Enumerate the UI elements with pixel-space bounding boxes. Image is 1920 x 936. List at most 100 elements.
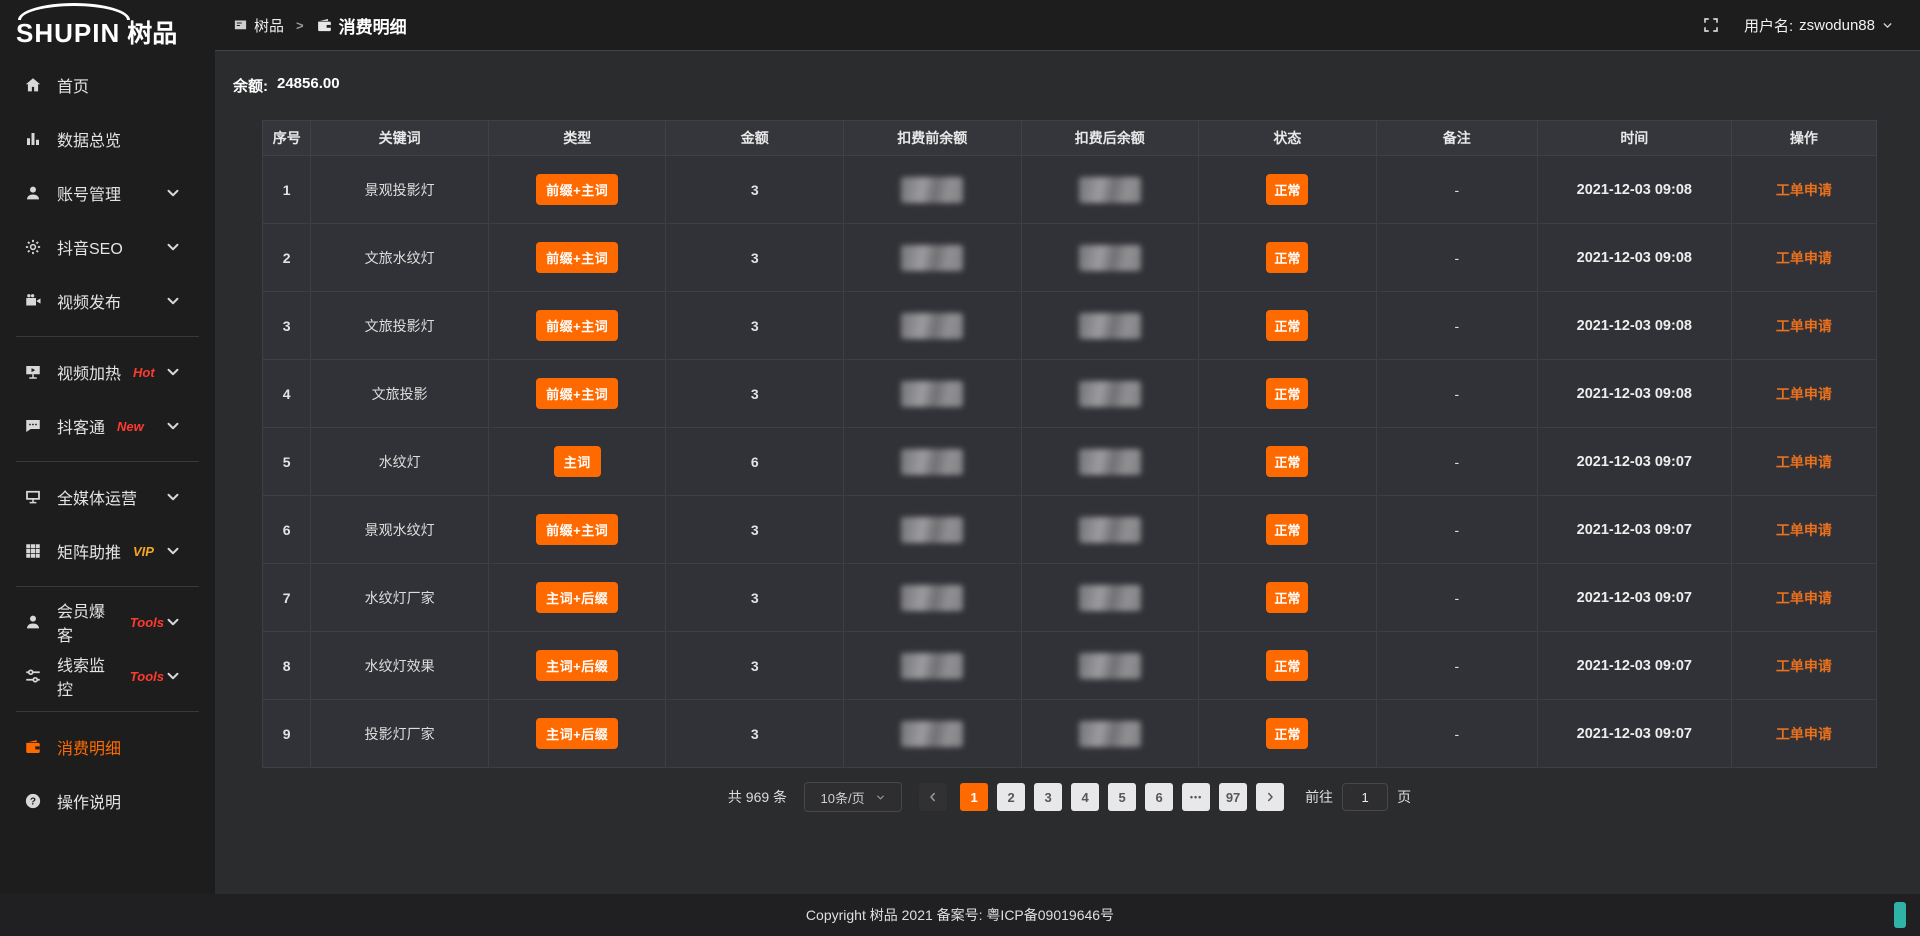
sidebar-item-label: 矩阵助推 <box>57 539 121 563</box>
cell-remark: - <box>1376 360 1537 428</box>
column-header: 时间 <box>1537 121 1731 156</box>
column-header: 扣费前余额 <box>844 121 1022 156</box>
sidebar-item-label: 视频加热 <box>57 360 121 384</box>
sidebar-item-account-management[interactable]: 账号管理 <box>0 166 215 220</box>
chevron-down-icon <box>164 292 182 310</box>
work-order-link[interactable]: 工单申请 <box>1776 318 1832 334</box>
topbar: SHUPIN 树品 树品 > 消费明细 用户名: zswodun88 <box>0 0 1920 50</box>
cell-remark: - <box>1376 700 1537 768</box>
work-order-link[interactable]: 工单申请 <box>1776 250 1832 266</box>
pagination: 共 969 条 10条/页 123456•••97 前往 页 <box>262 782 1877 812</box>
cell-remark: - <box>1376 292 1537 360</box>
total-count: 共 969 条 <box>728 787 787 807</box>
sidebar-item-douyin-seo[interactable]: 抖音SEO <box>0 220 215 274</box>
sidebar-item-video-heat[interactable]: 视频加热Hot <box>0 345 215 399</box>
breadcrumb-current-label: 消费明细 <box>339 13 407 38</box>
sidebar-item-operation-guide[interactable]: ?操作说明 <box>0 774 215 828</box>
chevron-down-icon <box>164 667 182 685</box>
page-ellipsis-button[interactable]: ••• <box>1182 783 1210 811</box>
work-order-link[interactable]: 工单申请 <box>1776 522 1832 538</box>
sidebar-item-data-overview[interactable]: 数据总览 <box>0 112 215 166</box>
sidebar-item-label: 抖音SEO <box>57 235 123 259</box>
column-header: 关键词 <box>311 121 489 156</box>
sidebar-item-tag: New <box>117 419 144 434</box>
sidebar: 首页数据总览账号管理抖音SEO 视频发布视频加热Hot 抖客通 New 全媒体运营矩阵助… <box>0 50 215 894</box>
page-button-5[interactable]: 5 <box>1108 783 1136 811</box>
masked-balance-after <box>1079 245 1141 271</box>
user-menu[interactable]: 用户名: zswodun88 <box>1744 15 1894 36</box>
sliders-icon <box>24 667 42 685</box>
copyright-text: Copyright 树品 2021 备案号: 粤ICP备09019646号 <box>806 905 1114 925</box>
sidebar-item-media-operation[interactable]: 全媒体运营 <box>0 470 215 524</box>
sidebar-item-label: 抖客通 <box>57 414 105 438</box>
video-icon <box>24 292 42 310</box>
page-button-2[interactable]: 2 <box>997 783 1025 811</box>
next-page-button[interactable] <box>1256 783 1284 811</box>
cell-time: 2021-12-03 09:07 <box>1537 700 1731 768</box>
cell-time: 2021-12-03 09:08 <box>1537 224 1731 292</box>
cell-balance-after <box>1021 292 1199 360</box>
cell-time: 2021-12-03 09:07 <box>1537 564 1731 632</box>
work-order-link[interactable]: 工单申请 <box>1776 590 1832 606</box>
work-order-link[interactable]: 工单申请 <box>1776 386 1832 402</box>
cell-action: 工单申请 <box>1731 496 1876 564</box>
cell-keyword: 文旅投影灯 <box>311 292 489 360</box>
user-icon <box>24 184 42 202</box>
cell-type: 前缀+主词 <box>488 496 666 564</box>
cell-status: 正常 <box>1199 156 1377 224</box>
work-order-link[interactable]: 工单申请 <box>1776 726 1832 742</box>
cell-index: 8 <box>263 632 311 700</box>
goto-page-input[interactable] <box>1342 783 1388 811</box>
sidebar-item-consumption-detail[interactable]: 消费明细 <box>0 720 215 774</box>
chat-icon <box>24 417 42 435</box>
masked-balance-before <box>901 313 963 339</box>
masked-balance-before <box>901 721 963 747</box>
sidebar-item-label: 全媒体运营 <box>57 485 137 509</box>
masked-balance-after <box>1079 381 1141 407</box>
type-badge: 前缀+主词 <box>536 174 618 205</box>
page-button-3[interactable]: 3 <box>1034 783 1062 811</box>
balance: 余额: 24856.00 <box>233 75 1877 96</box>
work-order-link[interactable]: 工单申请 <box>1776 454 1832 470</box>
page-button-4[interactable]: 4 <box>1071 783 1099 811</box>
page-list: 123456 ••• 97 <box>960 783 1247 811</box>
main-content: 余额: 24856.00 序号关键词类型金额扣费前余额扣费后余额状态备注时间操作… <box>215 50 1920 894</box>
sidebar-item-lead-monitor[interactable]: 线索监控Tools <box>0 649 215 703</box>
page-button-1[interactable]: 1 <box>960 783 988 811</box>
cell-index: 2 <box>263 224 311 292</box>
question-icon: ? <box>24 792 42 810</box>
work-order-link[interactable]: 工单申请 <box>1776 182 1832 198</box>
cell-amount: 6 <box>666 428 844 496</box>
sidebar-item-matrix-boost[interactable]: 矩阵助推VIP <box>0 524 215 578</box>
page-button-6[interactable]: 6 <box>1145 783 1173 811</box>
prev-page-button[interactable] <box>919 783 947 811</box>
masked-balance-before <box>901 177 963 203</box>
cell-type: 主词 <box>488 428 666 496</box>
sidebar-item-member-baoke[interactable]: 会员爆客Tools <box>0 595 215 649</box>
breadcrumb-root[interactable]: 树品 <box>233 15 284 36</box>
cell-type: 主词+后缀 <box>488 632 666 700</box>
table-row: 3文旅投影灯前缀+主词3正常-2021-12-03 09:08工单申请 <box>263 292 1877 360</box>
page-size-select[interactable]: 10条/页 <box>804 782 902 812</box>
logo-text: SHUPIN <box>16 18 120 49</box>
panel-icon <box>233 18 248 33</box>
column-header: 状态 <box>1199 121 1377 156</box>
cell-balance-after <box>1021 360 1199 428</box>
masked-balance-before <box>901 449 963 475</box>
work-order-link[interactable]: 工单申请 <box>1776 658 1832 674</box>
masked-balance-before <box>901 585 963 611</box>
service-widget[interactable] <box>1894 902 1906 928</box>
sidebar-item-video-publish[interactable]: 视频发布 <box>0 274 215 328</box>
cell-index: 6 <box>263 496 311 564</box>
cell-action: 工单申请 <box>1731 428 1876 496</box>
breadcrumb-root-label: 树品 <box>254 15 284 36</box>
sidebar-item-douketong[interactable]: 抖客通 New <box>0 399 215 453</box>
chevron-down-icon <box>164 238 182 256</box>
type-badge: 主词+后缀 <box>536 718 618 749</box>
page-button-97[interactable]: 97 <box>1219 783 1247 811</box>
fullscreen-icon[interactable] <box>1702 16 1720 34</box>
cell-status: 正常 <box>1199 224 1377 292</box>
chevron-down-icon <box>164 184 182 202</box>
cell-action: 工单申请 <box>1731 360 1876 428</box>
sidebar-item-home[interactable]: 首页 <box>0 58 215 112</box>
